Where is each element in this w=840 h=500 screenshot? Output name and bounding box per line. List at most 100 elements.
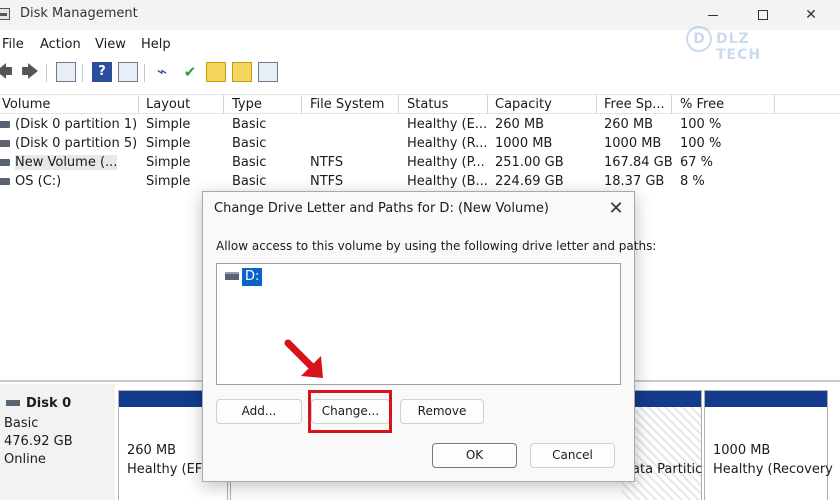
cell-type: Basic	[232, 117, 267, 132]
volume-table-header: Volume Layout Type File System Status Ca…	[0, 94, 840, 114]
cell-type: Basic	[232, 174, 267, 189]
connect-icon[interactable]: ⌁	[152, 62, 172, 82]
disk-icon	[6, 400, 20, 406]
column-percent-free[interactable]: % Free	[680, 97, 724, 112]
close-window-button[interactable]: ✕	[788, 2, 834, 28]
column-file-system[interactable]: File System	[310, 97, 384, 112]
menu-bar: File Action View Help	[0, 34, 840, 56]
cell-capacity: 260 MB	[495, 117, 545, 132]
cell-percent-free: 67 %	[680, 155, 714, 170]
column-divider[interactable]	[398, 95, 399, 114]
cell-free-space: 260 MB	[604, 117, 654, 132]
partition-status: ata Partitic	[632, 462, 703, 477]
column-free-space[interactable]: Free Sp...	[604, 97, 665, 112]
table-row[interactable]: (Disk 0 partition 5) Simple Basic Health…	[0, 135, 840, 154]
cell-file-system: NTFS	[310, 155, 344, 170]
close-icon: ✕	[805, 7, 817, 23]
menu-help[interactable]: Help	[141, 37, 171, 52]
column-capacity[interactable]: Capacity	[495, 97, 552, 112]
maximize-button[interactable]	[740, 2, 786, 28]
properties-icon[interactable]	[118, 62, 138, 82]
cell-layout: Simple	[146, 136, 191, 151]
checklist-icon[interactable]: ✔	[180, 62, 200, 82]
column-type[interactable]: Type	[232, 97, 262, 112]
cell-layout: Simple	[146, 155, 191, 170]
menu-file[interactable]: File	[2, 37, 24, 52]
dialog-instruction: Allow access to this volume by using the…	[216, 239, 657, 253]
column-divider[interactable]	[301, 95, 302, 114]
partition-bar	[705, 391, 827, 407]
cell-status: Healthy (P...	[407, 155, 485, 170]
column-divider[interactable]	[671, 95, 672, 114]
minimize-icon	[708, 14, 718, 16]
cell-status: Healthy (R...	[407, 136, 488, 151]
cell-type: Basic	[232, 155, 267, 170]
cell-capacity: 1000 MB	[495, 136, 553, 151]
cell-status: Healthy (E...	[407, 117, 488, 132]
minimize-button[interactable]	[690, 2, 736, 28]
partition-size: 260 MB	[127, 443, 177, 458]
drive-icon	[225, 272, 239, 280]
cell-volume: OS (C:)	[15, 174, 62, 189]
table-row[interactable]: (Disk 0 partition 1) Simple Basic Health…	[0, 116, 840, 135]
cell-free-space: 167.84 GB	[604, 155, 673, 170]
menu-action[interactable]: Action	[40, 37, 81, 52]
cell-volume: New Volume (...	[15, 155, 118, 170]
disk-name: Disk 0	[26, 396, 72, 411]
list-view-icon[interactable]	[258, 62, 278, 82]
volume-icon	[0, 140, 10, 147]
toolbar-separator	[46, 64, 47, 82]
search-icon[interactable]	[232, 62, 252, 82]
cell-capacity: 251.00 GB	[495, 155, 564, 170]
column-divider[interactable]	[223, 95, 224, 114]
cell-layout: Simple	[146, 117, 191, 132]
partition-recovery[interactable]: 1000 MB Healthy (Recovery	[704, 390, 833, 500]
maximize-icon	[758, 10, 768, 20]
cell-percent-free: 100 %	[680, 117, 722, 132]
cell-file-system: NTFS	[310, 174, 344, 189]
cell-capacity: 224.69 GB	[495, 174, 564, 189]
disk-0-label[interactable]: Disk 0 Basic 476.92 GB Online	[0, 384, 115, 500]
cell-type: Basic	[232, 136, 267, 151]
add-button[interactable]: Add...	[216, 399, 302, 424]
column-divider[interactable]	[774, 95, 775, 114]
cell-percent-free: 8 %	[680, 174, 705, 189]
column-divider[interactable]	[596, 95, 597, 114]
console-tree-icon[interactable]	[56, 62, 76, 82]
cell-volume: (Disk 0 partition 5)	[15, 136, 138, 151]
column-layout[interactable]: Layout	[146, 97, 190, 112]
column-status[interactable]: Status	[407, 97, 448, 112]
back-arrow-icon[interactable]: 🡄	[0, 62, 14, 82]
volume-icon	[0, 159, 10, 166]
disk-size: 476.92 GB	[4, 434, 73, 449]
partition-status: Healthy (EFI	[127, 462, 207, 477]
toolbar-separator	[144, 64, 145, 82]
cell-volume: (Disk 0 partition 1)	[15, 117, 138, 132]
remove-button[interactable]: Remove	[400, 399, 484, 424]
dialog-title: Change Drive Letter and Paths for D: (Ne…	[214, 201, 549, 216]
column-divider[interactable]	[487, 95, 488, 114]
disk-management-icon	[0, 8, 10, 20]
table-row[interactable]: New Volume (... Simple Basic NTFS Health…	[0, 154, 840, 173]
column-volume[interactable]: Volume	[2, 97, 50, 112]
drive-paths-list[interactable]: D:	[216, 263, 621, 385]
disk-type: Basic	[4, 416, 39, 431]
table-row[interactable]: OS (C:) Simple Basic NTFS Healthy (B... …	[0, 173, 840, 192]
volume-icon	[0, 178, 10, 185]
cell-status: Healthy (B...	[407, 174, 488, 189]
column-divider[interactable]	[138, 95, 139, 114]
ok-button[interactable]: OK	[432, 443, 517, 468]
toolbar: 🡄 🡆 ? ⌁ ✔	[0, 58, 840, 86]
help-icon[interactable]: ?	[92, 62, 112, 82]
partition-status: Healthy (Recovery	[713, 462, 833, 477]
dialog-close-button[interactable]: ✕	[601, 194, 631, 224]
forward-arrow-icon[interactable]: 🡆	[20, 62, 40, 82]
upload-icon[interactable]	[206, 62, 226, 82]
cancel-button[interactable]: Cancel	[530, 443, 615, 468]
disk-state: Online	[4, 452, 46, 467]
drive-letter-label: D:	[242, 268, 263, 286]
close-icon: ✕	[608, 198, 624, 219]
change-drive-letter-dialog: Change Drive Letter and Paths for D: (Ne…	[202, 191, 656, 482]
menu-view[interactable]: View	[95, 37, 126, 52]
cell-free-space: 18.37 GB	[604, 174, 665, 189]
